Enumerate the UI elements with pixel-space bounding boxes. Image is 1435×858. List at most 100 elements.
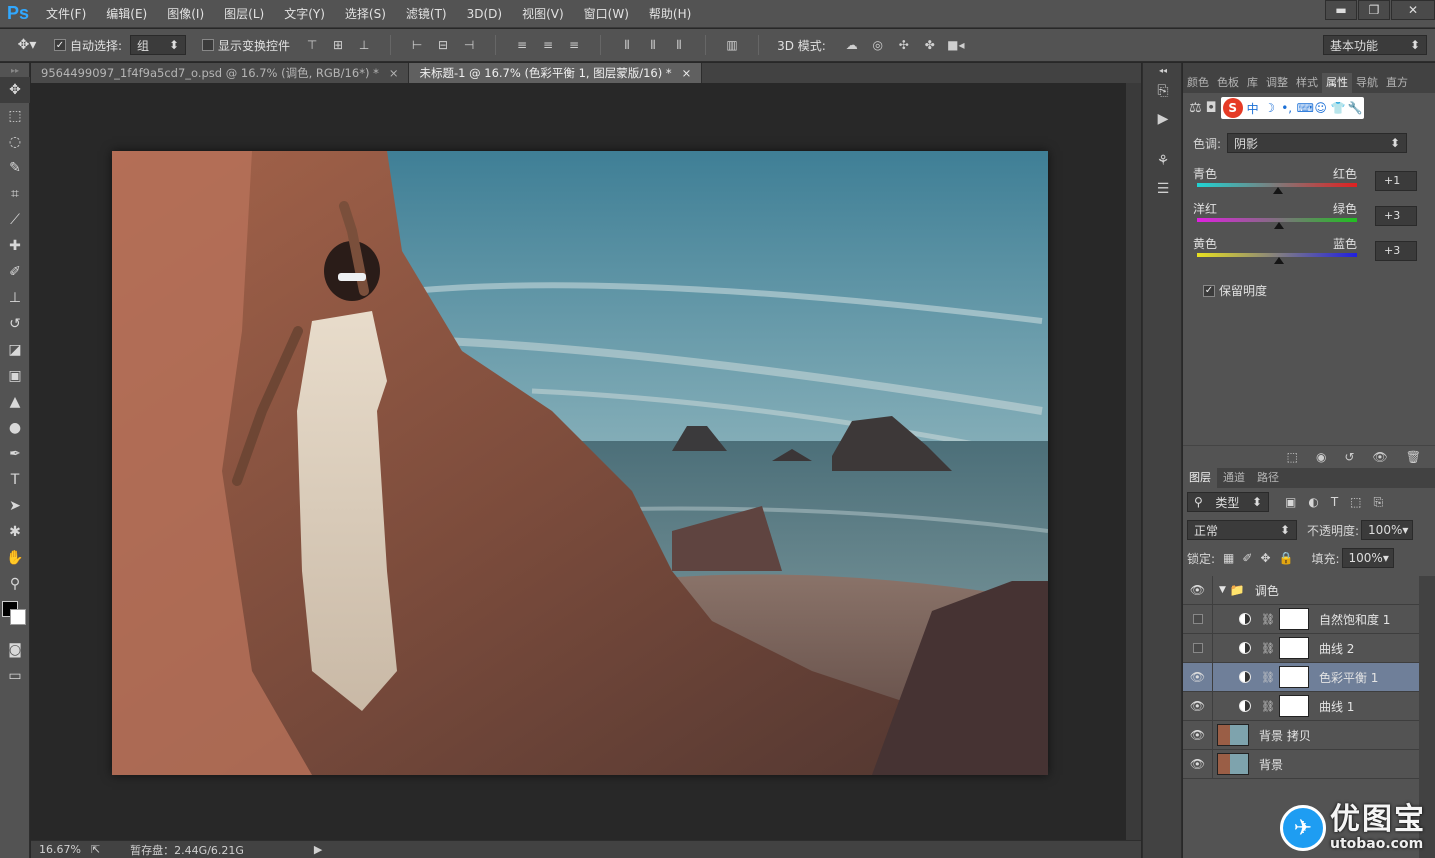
- reset-icon[interactable]: ↺: [1344, 450, 1354, 464]
- pen-tool-icon[interactable]: ✒: [0, 441, 30, 467]
- menu-view[interactable]: 视图(V): [512, 0, 574, 28]
- view-previous-icon[interactable]: ◉: [1316, 450, 1326, 464]
- tab-close-icon[interactable]: ×: [389, 63, 399, 83]
- opacity-input[interactable]: 100% ▾: [1361, 520, 1414, 540]
- distribute-hcenter-icon[interactable]: ⦀: [645, 37, 661, 53]
- move-tool-preset-icon[interactable]: ✥▾: [0, 29, 54, 62]
- quick-select-tool-icon[interactable]: ✎: [0, 155, 30, 181]
- tab-document-untitled[interactable]: 未标题-1 @ 16.7% (色彩平衡 1, 图层蒙版/16) * ×: [409, 63, 703, 83]
- tab-color[interactable]: 颜色: [1183, 73, 1213, 93]
- close-button[interactable]: ✕: [1391, 0, 1435, 20]
- lock-transparent-icon[interactable]: ▦: [1223, 551, 1234, 565]
- emoji-icon[interactable]: ☺: [1314, 101, 1328, 115]
- distribute-vcenter-icon[interactable]: ≡: [540, 37, 556, 53]
- tab-properties[interactable]: 属性: [1322, 73, 1352, 93]
- distribute-right-icon[interactable]: ⦀: [671, 37, 687, 53]
- mask-icon[interactable]: ◘: [1206, 100, 1217, 116]
- ime-toolbar[interactable]: S 中 ☽ •, ⌨ ☺ 👕 🔧: [1220, 97, 1364, 119]
- hand-tool-icon[interactable]: ✋: [0, 545, 30, 571]
- eyedropper-tool-icon[interactable]: ⟋: [0, 207, 30, 233]
- menu-select[interactable]: 选择(S): [335, 0, 396, 28]
- skin-icon[interactable]: 👕: [1331, 101, 1346, 115]
- slider-thumb[interactable]: [1272, 187, 1283, 194]
- auto-select-checkbox[interactable]: ✓: [54, 39, 66, 51]
- 3d-orbit-icon[interactable]: ☁: [844, 37, 860, 53]
- eye-icon[interactable]: 👁: [1183, 575, 1213, 605]
- 3d-scale-icon[interactable]: ■◂: [947, 37, 964, 53]
- brush-presets-icon[interactable]: ⚘: [1143, 147, 1183, 175]
- menu-filter[interactable]: 滤镜(T): [396, 0, 457, 28]
- dodge-tool-icon[interactable]: ●: [0, 415, 30, 441]
- auto-align-icon[interactable]: ▥: [724, 37, 740, 53]
- toolbar-collapse-icon[interactable]: ▸▸: [0, 63, 30, 77]
- slider-thumb[interactable]: [1274, 222, 1285, 229]
- menu-image[interactable]: 图像(I): [157, 0, 214, 28]
- layer-row[interactable]: 👁 ▼ 📁 调色: [1183, 575, 1419, 605]
- distribute-left-icon[interactable]: ⦀: [619, 37, 635, 53]
- yellow-blue-slider[interactable]: 黄色 蓝色 +3: [1193, 235, 1429, 270]
- menu-edit[interactable]: 编辑(E): [96, 0, 157, 28]
- clip-to-layer-icon[interactable]: ⬚: [1287, 450, 1298, 464]
- layer-name[interactable]: 色彩平衡 1: [1319, 669, 1378, 686]
- layer-row[interactable]: 👁 ⛓ 曲线 1: [1183, 691, 1419, 721]
- lock-brush-icon[interactable]: ✐: [1242, 551, 1252, 565]
- zoom-tool-icon[interactable]: ⚲: [0, 571, 30, 597]
- menu-layer[interactable]: 图层(L): [214, 0, 274, 28]
- 3d-roll-icon[interactable]: ◎: [870, 37, 886, 53]
- magenta-green-slider[interactable]: 洋红 绿色 +3: [1193, 200, 1429, 235]
- marquee-tool-icon[interactable]: ⬚: [0, 103, 30, 129]
- layer-name[interactable]: 曲线 2: [1319, 640, 1354, 657]
- zoom-level[interactable]: 16.67%: [39, 843, 81, 856]
- tools-icon[interactable]: 🔧: [1348, 101, 1363, 115]
- link-icon[interactable]: ⛓: [1261, 671, 1275, 684]
- move-tool-icon[interactable]: ✥: [0, 77, 30, 103]
- layer-thumbnail[interactable]: [1217, 724, 1249, 746]
- canvas-scrollbar[interactable]: [1126, 83, 1141, 840]
- tab-channels[interactable]: 通道: [1217, 468, 1251, 488]
- punctuation-icon[interactable]: •,: [1280, 101, 1294, 115]
- distribute-bottom-icon[interactable]: ≡: [566, 37, 582, 53]
- distribute-top-icon[interactable]: ≡: [514, 37, 530, 53]
- history-brush-tool-icon[interactable]: ↺: [0, 311, 30, 337]
- link-icon[interactable]: ⛓: [1261, 700, 1275, 713]
- color-swatches[interactable]: [0, 597, 30, 637]
- hidden-visibility-box[interactable]: [1183, 633, 1213, 663]
- layer-mask-thumbnail[interactable]: [1278, 695, 1309, 717]
- align-hcenter-icon[interactable]: ⊟: [435, 37, 451, 53]
- tab-navigator[interactable]: 导航: [1352, 73, 1382, 93]
- eye-icon[interactable]: 👁: [1183, 691, 1213, 721]
- eye-icon[interactable]: 👁: [1183, 720, 1213, 750]
- layer-row[interactable]: ⛓ 自然饱和度 1: [1183, 604, 1419, 634]
- menu-file[interactable]: 文件(F): [36, 0, 96, 28]
- tab-layers[interactable]: 图层: [1183, 468, 1217, 488]
- tab-swatches[interactable]: 色板: [1213, 73, 1243, 93]
- document-canvas[interactable]: [112, 151, 1048, 775]
- layer-name[interactable]: 背景: [1259, 756, 1283, 773]
- blur-tool-icon[interactable]: ▲: [0, 389, 30, 415]
- eye-icon[interactable]: 👁: [1183, 662, 1213, 692]
- slider-value-input[interactable]: +3: [1375, 241, 1417, 261]
- layer-mask-thumbnail[interactable]: [1278, 637, 1309, 659]
- auto-select-dropdown[interactable]: 组 ⬍: [130, 35, 187, 55]
- tab-close-icon[interactable]: ×: [682, 63, 692, 83]
- filter-type-icon[interactable]: T: [1331, 495, 1338, 509]
- expand-arrow-icon[interactable]: ▼: [1219, 585, 1226, 595]
- filter-pixel-icon[interactable]: ▣: [1285, 495, 1296, 509]
- clone-stamp-tool-icon[interactable]: ⊥: [0, 285, 30, 311]
- filter-adjustment-icon[interactable]: ◐: [1308, 495, 1318, 509]
- slider-value-input[interactable]: +3: [1375, 206, 1417, 226]
- strip-collapse-icon[interactable]: ◂◂: [1143, 63, 1183, 77]
- link-icon[interactable]: ⛓: [1261, 613, 1275, 626]
- fill-input[interactable]: 100% ▾: [1341, 548, 1394, 568]
- lock-move-icon[interactable]: ✥: [1260, 551, 1270, 565]
- restore-button[interactable]: ❐: [1358, 0, 1390, 20]
- layer-row[interactable]: 👁 背景: [1183, 749, 1419, 779]
- delete-icon[interactable]: 🗑: [1406, 450, 1421, 464]
- background-color-swatch[interactable]: [10, 609, 26, 625]
- ime-chinese-mode[interactable]: 中: [1246, 100, 1260, 117]
- tab-adjustments[interactable]: 调整: [1262, 73, 1292, 93]
- status-menu-arrow-icon[interactable]: ▶: [314, 843, 322, 856]
- show-transform-checkbox[interactable]: [202, 39, 215, 51]
- tab-libraries[interactable]: 库: [1243, 73, 1262, 93]
- layer-row[interactable]: ⛓ 曲线 2: [1183, 633, 1419, 663]
